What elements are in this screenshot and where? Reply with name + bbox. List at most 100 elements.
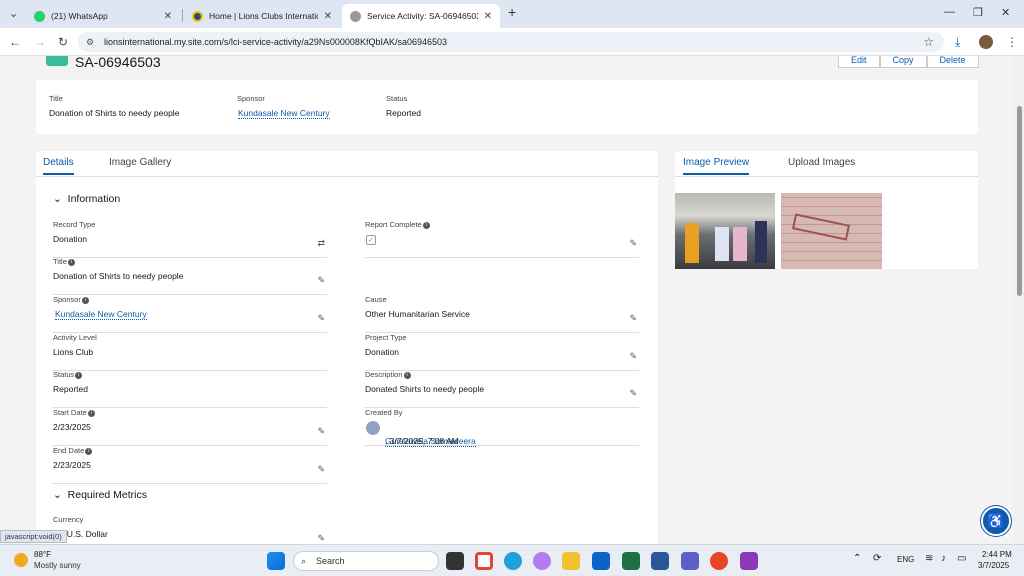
app-p-icon[interactable] <box>740 552 758 570</box>
info-icon[interactable]: i <box>422 221 430 229</box>
tab-details[interactable]: Details <box>43 157 74 175</box>
weather-sun-icon[interactable] <box>14 553 28 567</box>
info-icon[interactable]: i <box>85 447 93 455</box>
sync-icon[interactable]: ⟳ <box>873 553 881 564</box>
field-description: Description i Donated Shirts to needy peo… <box>365 370 639 408</box>
info-icon[interactable]: i <box>75 371 83 379</box>
field-report-complete: Report Complete i ✓ ✎ <box>365 220 639 258</box>
profile-avatar[interactable] <box>979 35 993 49</box>
edit-pencil-icon[interactable]: ✎ <box>317 313 325 324</box>
close-tab-icon[interactable]: ✕ <box>164 11 172 22</box>
file-explorer-icon[interactable] <box>562 552 580 570</box>
browser-tab-lions-home[interactable]: Home | Lions Clubs International ✕ <box>184 4 340 28</box>
edit-pencil-icon[interactable]: ✎ <box>317 426 325 437</box>
forward-icon[interactable]: → <box>34 35 46 49</box>
word-icon[interactable] <box>651 552 669 570</box>
edit-pencil-icon[interactable]: ✎ <box>629 351 637 362</box>
status-bar-url: javascript:void(0) <box>0 530 67 543</box>
edit-pencil-icon[interactable]: ✎ <box>317 275 325 286</box>
address-bar[interactable]: ⚙ lionsinternational.my.site.com/s/lci-s… <box>78 32 944 52</box>
language-indicator[interactable]: ENG <box>897 555 914 564</box>
chrome-icon[interactable] <box>475 552 493 570</box>
sponsor-link[interactable]: Kundasale New Century <box>55 309 147 320</box>
field-title: Title i Donation of Shirts to needy peopl… <box>53 257 327 295</box>
wifi-icon[interactable]: ≋ <box>925 553 933 564</box>
image-tabs: Image Preview Upload Images <box>675 151 978 177</box>
weather-temp[interactable]: 88°F <box>34 550 51 559</box>
record-actions: Edit Copy Delete <box>838 56 979 68</box>
tab-image-gallery[interactable]: Image Gallery <box>109 157 171 168</box>
highlight-label: Title <box>49 94 63 103</box>
close-tab-icon[interactable]: ✕ <box>324 11 332 22</box>
section-information-header[interactable]: ⌄ Information <box>53 193 120 205</box>
browser-tab-bar: ⌄ (21) WhatsApp ✕ Home | Lions Clubs Int… <box>0 0 1024 28</box>
delete-button[interactable]: Delete <box>926 56 979 68</box>
battery-icon[interactable]: ▭ <box>957 553 966 564</box>
volume-icon[interactable]: ♪ <box>941 553 946 564</box>
browser-toolbar: ← → ↻ ⚙ lionsinternational.my.site.com/s… <box>0 28 1024 56</box>
image-thumbnail-receipt[interactable] <box>781 193 882 269</box>
browser-menu-icon[interactable]: ⋮ <box>1006 35 1018 49</box>
excel-icon[interactable] <box>622 552 640 570</box>
edit-button[interactable]: Edit <box>838 56 880 68</box>
highlight-label: Sponsor <box>237 94 265 103</box>
change-record-type-icon[interactable]: ⇄ <box>317 238 325 249</box>
field-created-by: Created By Guralawela Somaweera, 3/7/202… <box>365 408 639 447</box>
task-view-icon[interactable] <box>446 552 464 570</box>
minimize-icon[interactable]: — <box>944 6 955 18</box>
tab-upload-images[interactable]: Upload Images <box>788 157 855 168</box>
info-icon[interactable]: i <box>67 258 75 266</box>
edit-pencil-icon[interactable]: ✎ <box>629 388 637 399</box>
accessibility-icon[interactable]: ♿ <box>981 506 1011 536</box>
field-sponsor: Sponsor i Kundasale New Century ✎ <box>53 295 327 333</box>
section-required-metrics-header[interactable]: ⌄ Required Metrics <box>53 489 147 501</box>
field-status: Status i Reported <box>53 370 327 408</box>
user-avatar-icon <box>366 421 380 435</box>
reload-icon[interactable]: ↻ <box>58 35 68 49</box>
tab-search-chevron-icon[interactable]: ⌄ <box>9 7 18 20</box>
tab-image-preview[interactable]: Image Preview <box>683 157 750 175</box>
clock-date[interactable]: 3/7/2025 <box>978 561 1009 570</box>
highlight-status-value: Reported <box>386 108 421 118</box>
info-icon[interactable]: i <box>81 296 89 304</box>
info-icon[interactable]: i <box>87 409 95 417</box>
highlight-sponsor-link[interactable]: Kundasale New Century <box>238 108 330 119</box>
back-icon[interactable]: ← <box>9 35 21 49</box>
edit-pencil-icon[interactable]: ✎ <box>317 533 325 544</box>
field-cause: Cause Other Humanitarian Service ✎ <box>365 295 639 333</box>
image-thumbnail-people[interactable] <box>675 193 775 269</box>
copilot-icon[interactable] <box>533 552 551 570</box>
field-record-type: Record Type Donation ⇄ <box>53 220 327 258</box>
site-info-icon[interactable]: ⚙ <box>86 32 94 52</box>
new-tab-button[interactable]: + <box>508 4 516 20</box>
info-icon[interactable]: i <box>403 371 411 379</box>
report-complete-checkbox[interactable]: ✓ <box>366 235 376 245</box>
field-end-date: End Date i 2/23/2025 ✎ <box>53 446 327 484</box>
tray-chevron-icon[interactable]: ⌃ <box>853 553 861 564</box>
detail-tabs: Details Image Gallery <box>36 151 658 177</box>
browser-tab-service-activity[interactable]: Service Activity: SA-06946503 ✕ <box>342 4 500 28</box>
image-card: Image Preview Upload Images <box>675 151 978 269</box>
close-window-icon[interactable]: ✕ <box>1001 6 1010 19</box>
page-scrollbar[interactable] <box>1014 56 1024 544</box>
edit-pencil-icon[interactable]: ✎ <box>629 313 637 324</box>
edge-icon[interactable] <box>504 552 522 570</box>
chevron-down-icon: ⌄ <box>53 489 62 501</box>
close-tab-icon[interactable]: ✕ <box>484 11 492 22</box>
restore-icon[interactable]: ❐ <box>973 6 983 19</box>
browser-tab-whatsapp[interactable]: (21) WhatsApp ✕ <box>26 4 180 28</box>
weather-text[interactable]: Mostly sunny <box>34 561 81 570</box>
wps-icon[interactable] <box>710 552 728 570</box>
highlight-title-value: Donation of Shirts to needy people <box>49 108 180 118</box>
download-icon[interactable]: ⤓ <box>955 35 960 50</box>
url-text: lionsinternational.my.site.com/s/lci-ser… <box>104 37 448 47</box>
bookmark-star-icon[interactable]: ☆ <box>923 32 934 52</box>
taskbar-search[interactable]: ⌕ Search <box>293 551 439 571</box>
outlook-icon[interactable] <box>592 552 610 570</box>
edit-pencil-icon[interactable]: ✎ <box>629 238 637 249</box>
clock-time[interactable]: 2:44 PM <box>982 550 1012 559</box>
windows-start-icon[interactable] <box>267 552 285 570</box>
edit-pencil-icon[interactable]: ✎ <box>317 464 325 475</box>
copy-button[interactable]: Copy <box>879 56 927 68</box>
teams-icon[interactable] <box>681 552 699 570</box>
